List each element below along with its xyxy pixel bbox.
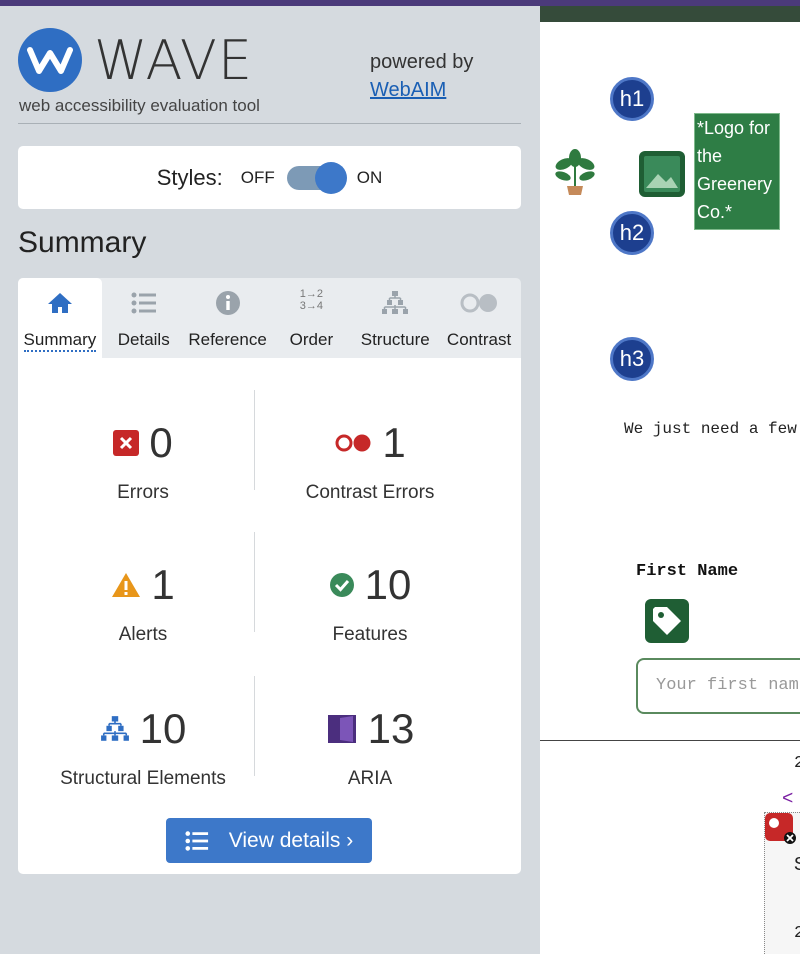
- app-subtitle: web accessibility evaluation tool: [19, 96, 260, 115]
- code-tag: <: [782, 788, 794, 810]
- tab-structure-label: Structure: [360, 330, 430, 349]
- stat-errors[interactable]: 0 Errors: [18, 418, 268, 504]
- wave-logo[interactable]: WAVE: [18, 28, 253, 92]
- errors-label: Errors: [117, 482, 169, 503]
- h1-badge[interactable]: h1: [610, 77, 654, 121]
- contrast-error-badge[interactable]: [764, 812, 798, 851]
- h2-badge[interactable]: h2: [610, 211, 654, 255]
- page-preview: h1 h2 h3 *Logo for the Greenery Co.* We …: [540, 6, 800, 954]
- code-digit: 2: [794, 754, 800, 773]
- alerts-label: Alerts: [118, 624, 168, 645]
- page-header-band: [540, 6, 800, 22]
- tab-summary[interactable]: Summary: [18, 278, 102, 358]
- info-icon: [215, 288, 241, 318]
- tab-order[interactable]: 1→2 3→4 Order: [269, 278, 353, 358]
- feature-check-icon: [329, 572, 355, 598]
- styles-toggle-switch[interactable]: [286, 161, 347, 194]
- features-count: 10: [364, 561, 412, 608]
- image-feature-icon[interactable]: [638, 150, 686, 203]
- stat-structural-elements[interactable]: 10 Structural Elements: [18, 704, 268, 790]
- webaim-link[interactable]: WebAIM: [370, 76, 473, 104]
- first-name-input[interactable]: Your first name: [636, 658, 800, 714]
- alerts-count: 1: [151, 561, 175, 608]
- aria-label: ARIA: [347, 768, 393, 789]
- wave-logo-icon: [18, 28, 82, 92]
- stat-features[interactable]: 10 Features: [245, 560, 495, 646]
- styles-label: Styles:: [156, 164, 223, 190]
- stat-alerts[interactable]: 1 Alerts: [18, 560, 268, 646]
- tab-contrast[interactable]: Contrast: [437, 278, 521, 358]
- intro-text: We just need a few: [624, 420, 797, 438]
- summary-panel: 0 Errors 1 Contrast Errors 1 Alerts 10 F…: [18, 358, 521, 874]
- tab-contrast-label: Contrast: [446, 330, 512, 349]
- errors-count: 0: [149, 419, 173, 466]
- plant-icon: [554, 148, 596, 201]
- code-digit-2: 2: [794, 924, 800, 943]
- tab-structure[interactable]: Structure: [353, 278, 437, 358]
- powered-by: powered by WebAIM: [370, 48, 473, 104]
- toggle-knob: [314, 161, 347, 194]
- home-icon: [47, 288, 73, 318]
- stat-contrast-errors[interactable]: 1 Contrast Errors: [245, 418, 495, 504]
- structural-label: Structural Elements: [60, 768, 226, 789]
- structural-count: 10: [139, 705, 187, 752]
- tab-order-label: Order: [289, 330, 334, 349]
- styles-on-label: ON: [356, 167, 383, 187]
- view-details-button[interactable]: View details ›: [166, 818, 372, 863]
- panel-tabs: Summary Details Reference 1→2 3→4 Order …: [18, 278, 521, 358]
- contrast-errors-count: 1: [382, 419, 406, 466]
- tab-reference-label: Reference: [188, 330, 267, 349]
- powered-by-text: powered by: [370, 51, 474, 73]
- header-divider: [18, 123, 521, 124]
- label-tag-icon[interactable]: [644, 598, 690, 649]
- summary-heading: Summary: [18, 226, 147, 259]
- tab-summary-label: Summary: [23, 330, 97, 352]
- first-name-label: First Name: [636, 562, 739, 581]
- list-icon: [185, 830, 209, 852]
- tab-details[interactable]: Details: [102, 278, 186, 358]
- wave-sidebar: WAVE web accessibility evaluation tool p…: [0, 6, 540, 954]
- stat-aria[interactable]: 13 ARIA: [245, 704, 495, 790]
- error-icon: [113, 430, 140, 456]
- list-icon: [131, 288, 157, 318]
- contrast-errors-label: Contrast Errors: [305, 482, 435, 503]
- app-name: WAVE: [94, 28, 253, 92]
- tab-details-label: Details: [117, 330, 170, 349]
- code-text-s: S: [794, 854, 800, 876]
- aria-icon: [326, 713, 358, 745]
- contrast-icon: [460, 288, 498, 318]
- styles-toggle-panel: Styles: OFF ON: [18, 146, 521, 209]
- h3-badge[interactable]: h3: [610, 337, 654, 381]
- tab-reference[interactable]: Reference: [186, 278, 270, 358]
- aria-count: 13: [367, 705, 415, 752]
- structure-icon: [100, 716, 130, 742]
- structure-icon: [381, 288, 409, 318]
- contrast-error-icon: [334, 433, 372, 453]
- alert-icon: [111, 572, 141, 598]
- order-icon: 1→2 3→4: [299, 288, 324, 312]
- view-details-label: View details ›: [228, 828, 354, 852]
- logo-alt-text: *Logo for the Greenery Co.*: [694, 113, 780, 230]
- features-label: Features: [332, 624, 408, 645]
- styles-off-label: OFF: [240, 167, 275, 187]
- preview-divider: [540, 740, 800, 741]
